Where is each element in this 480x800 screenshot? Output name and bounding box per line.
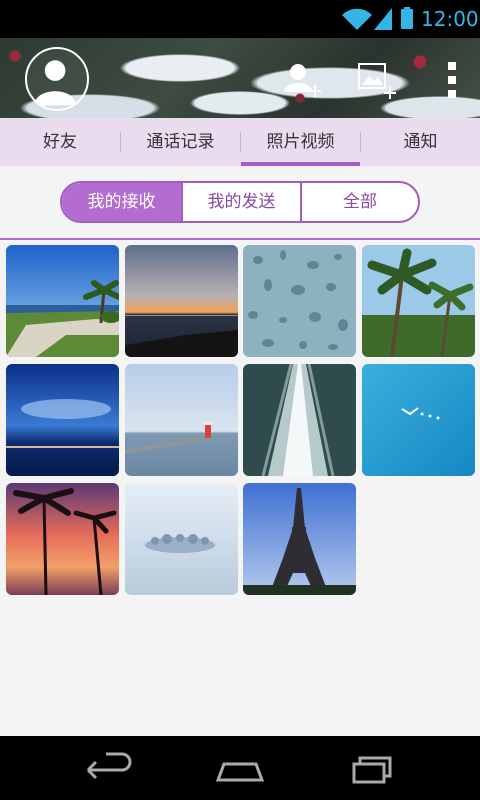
tab-notifications[interactable]: 通知 [361, 118, 480, 166]
status-bar: 12:00 [0, 0, 480, 38]
back-icon[interactable] [78, 750, 138, 786]
tab-call-log[interactable]: 通话记录 [121, 118, 240, 166]
status-time: 12:00 [421, 7, 479, 31]
main-tabs: 好友 通话记录 照片视频 通知 [0, 118, 480, 166]
photo-thumbnail[interactable] [243, 245, 356, 357]
recent-apps-icon[interactable] [342, 750, 402, 786]
photo-thumbnail[interactable] [362, 245, 475, 357]
tab-photos-videos[interactable]: 照片视频 [241, 118, 360, 166]
wifi-icon [342, 8, 372, 30]
photo-thumbnail[interactable] [6, 364, 119, 476]
photo-thumbnail[interactable] [125, 483, 238, 595]
section-divider [0, 238, 480, 240]
overflow-menu-icon[interactable] [444, 60, 460, 100]
photo-thumbnail[interactable] [125, 245, 238, 357]
add-friend-icon[interactable] [282, 60, 322, 100]
system-nav-bar [0, 736, 480, 800]
home-icon[interactable] [210, 750, 270, 786]
signal-icon [374, 8, 392, 30]
photo-thumbnail[interactable] [243, 364, 356, 476]
photo-thumbnail[interactable] [243, 483, 356, 595]
add-photo-icon[interactable] [356, 60, 398, 100]
default-user-avatar-icon [34, 60, 76, 106]
photo-thumbnail[interactable] [362, 364, 475, 476]
profile-header [0, 38, 480, 118]
battery-icon [401, 7, 413, 29]
tab-friends[interactable]: 好友 [0, 118, 120, 166]
filter-segmented-control: 我的接收 我的发送 全部 [60, 181, 420, 223]
segment-sent[interactable]: 我的发送 [183, 183, 300, 221]
photo-thumbnail[interactable] [125, 364, 238, 476]
photo-thumbnail[interactable] [6, 245, 119, 357]
segment-received[interactable]: 我的接收 [62, 183, 181, 221]
tab-selected-indicator [241, 162, 360, 166]
photo-thumbnail[interactable] [6, 483, 119, 595]
avatar[interactable] [25, 47, 89, 111]
segment-all[interactable]: 全部 [302, 183, 418, 221]
